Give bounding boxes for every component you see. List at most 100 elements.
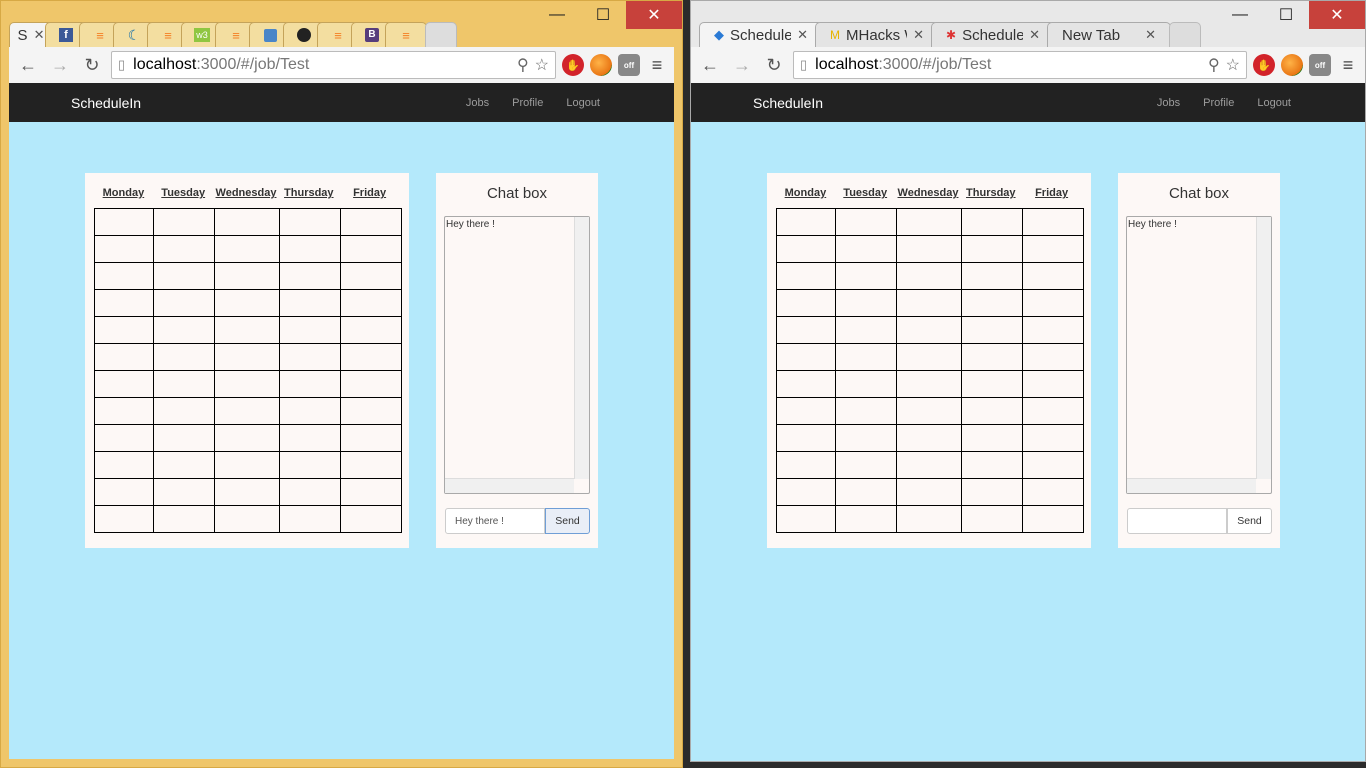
schedule-cell[interactable] xyxy=(153,370,215,398)
schedule-cell[interactable] xyxy=(896,316,962,344)
schedule-cell[interactable] xyxy=(961,289,1023,317)
tab-stackoverflow[interactable]: ≡ xyxy=(385,22,427,47)
menu-icon[interactable]: ≡ xyxy=(646,54,668,76)
schedule-cell[interactable] xyxy=(153,289,215,317)
schedule-cell[interactable] xyxy=(961,262,1023,290)
schedule-cell[interactable] xyxy=(214,451,280,479)
schedule-cell[interactable] xyxy=(340,451,402,479)
schedule-cell[interactable] xyxy=(896,505,962,533)
schedule-cell[interactable] xyxy=(961,208,1023,236)
schedule-cell[interactable] xyxy=(214,208,280,236)
schedule-cell[interactable] xyxy=(214,370,280,398)
schedule-cell[interactable] xyxy=(776,370,836,398)
reload-icon[interactable]: ↻ xyxy=(79,52,105,78)
schedule-cell[interactable] xyxy=(896,397,962,425)
schedule-cell[interactable] xyxy=(279,451,341,479)
nav-jobs[interactable]: Jobs xyxy=(1157,97,1180,109)
app-brand[interactable]: ScheduleIn xyxy=(71,95,466,111)
schedule-cell[interactable] xyxy=(961,478,1023,506)
schedule-cell[interactable] xyxy=(961,370,1023,398)
schedule-cell[interactable] xyxy=(776,262,836,290)
schedule-cell[interactable] xyxy=(1022,370,1084,398)
schedule-cell[interactable] xyxy=(279,505,341,533)
schedule-cell[interactable] xyxy=(340,289,402,317)
back-icon[interactable]: ← xyxy=(15,52,41,78)
maximize-button[interactable]: ☐ xyxy=(580,1,626,29)
orange-extension-icon[interactable] xyxy=(1281,54,1303,76)
adblock-icon[interactable]: ✋ xyxy=(1253,54,1275,76)
schedule-cell[interactable] xyxy=(1022,451,1084,479)
new-tab-button[interactable] xyxy=(425,22,457,47)
cat-extension-icon[interactable]: off xyxy=(618,54,640,76)
close-tab-icon[interactable]: ✕ xyxy=(34,27,45,43)
star-icon[interactable]: ☆ xyxy=(535,55,549,75)
schedule-cell[interactable] xyxy=(340,208,402,236)
schedule-cell[interactable] xyxy=(776,208,836,236)
chat-log[interactable]: Hey there ! xyxy=(1126,216,1272,494)
back-icon[interactable]: ← xyxy=(697,52,723,78)
schedule-cell[interactable] xyxy=(214,235,280,263)
tab-mhacks[interactable]: M MHacks W ✕ xyxy=(815,22,939,47)
schedule-cell[interactable] xyxy=(94,370,154,398)
schedule-cell[interactable] xyxy=(835,343,897,371)
nav-logout[interactable]: Logout xyxy=(1257,97,1291,109)
schedule-cell[interactable] xyxy=(214,505,280,533)
schedule-cell[interactable] xyxy=(340,505,402,533)
search-icon[interactable]: ⚲ xyxy=(517,55,529,75)
schedule-cell[interactable] xyxy=(94,505,154,533)
schedule-cell[interactable] xyxy=(340,262,402,290)
chat-input[interactable] xyxy=(1127,508,1227,534)
tab-schedulein[interactable]: ✱ ScheduleIn ✕ xyxy=(931,22,1055,47)
schedule-cell[interactable] xyxy=(835,289,897,317)
schedule-cell[interactable] xyxy=(279,478,341,506)
schedule-cell[interactable] xyxy=(94,451,154,479)
schedule-cell[interactable] xyxy=(279,397,341,425)
schedule-cell[interactable] xyxy=(1022,505,1084,533)
schedule-cell[interactable] xyxy=(896,478,962,506)
tab-new-tab[interactable]: New Tab ✕ xyxy=(1047,22,1171,47)
schedule-cell[interactable] xyxy=(340,424,402,452)
schedule-cell[interactable] xyxy=(776,451,836,479)
nav-profile[interactable]: Profile xyxy=(1203,97,1234,109)
schedule-cell[interactable] xyxy=(340,370,402,398)
cat-extension-icon[interactable]: off xyxy=(1309,54,1331,76)
chat-input[interactable]: Hey there ! xyxy=(445,508,545,534)
schedule-cell[interactable] xyxy=(835,316,897,344)
close-tab-icon[interactable]: ✕ xyxy=(1145,27,1156,43)
schedule-cell[interactable] xyxy=(776,397,836,425)
vertical-scrollbar[interactable] xyxy=(574,217,589,479)
horizontal-scrollbar[interactable] xyxy=(445,478,574,493)
close-tab-icon[interactable]: ✕ xyxy=(797,27,808,43)
schedule-cell[interactable] xyxy=(835,505,897,533)
schedule-cell[interactable] xyxy=(961,316,1023,344)
schedule-cell[interactable] xyxy=(279,424,341,452)
schedule-cell[interactable] xyxy=(340,235,402,263)
schedule-cell[interactable] xyxy=(153,451,215,479)
forward-icon[interactable]: → xyxy=(729,52,755,78)
adblock-icon[interactable]: ✋ xyxy=(562,54,584,76)
star-icon[interactable]: ☆ xyxy=(1226,55,1240,75)
schedule-cell[interactable] xyxy=(1022,424,1084,452)
schedule-cell[interactable] xyxy=(214,397,280,425)
schedule-cell[interactable] xyxy=(94,208,154,236)
schedule-cell[interactable] xyxy=(835,397,897,425)
schedule-cell[interactable] xyxy=(214,316,280,344)
new-tab-button[interactable] xyxy=(1169,22,1201,47)
orange-extension-icon[interactable] xyxy=(590,54,612,76)
schedule-cell[interactable] xyxy=(1022,478,1084,506)
reload-icon[interactable]: ↻ xyxy=(761,52,787,78)
schedule-cell[interactable] xyxy=(896,208,962,236)
schedule-cell[interactable] xyxy=(94,397,154,425)
tab-schedulein-active[interactable]: ◆ ScheduleIn ✕ xyxy=(699,22,823,47)
close-tab-icon[interactable]: ✕ xyxy=(913,27,924,43)
schedule-cell[interactable] xyxy=(153,343,215,371)
schedule-cell[interactable] xyxy=(153,316,215,344)
address-bar[interactable]: ▯ localhost :3000/#/job/Test ⚲ ☆ xyxy=(111,51,556,79)
schedule-cell[interactable] xyxy=(961,397,1023,425)
schedule-cell[interactable] xyxy=(279,235,341,263)
schedule-cell[interactable] xyxy=(214,343,280,371)
schedule-cell[interactable] xyxy=(279,370,341,398)
schedule-cell[interactable] xyxy=(835,262,897,290)
close-tab-icon[interactable]: ✕ xyxy=(1029,27,1040,43)
schedule-cell[interactable] xyxy=(279,289,341,317)
